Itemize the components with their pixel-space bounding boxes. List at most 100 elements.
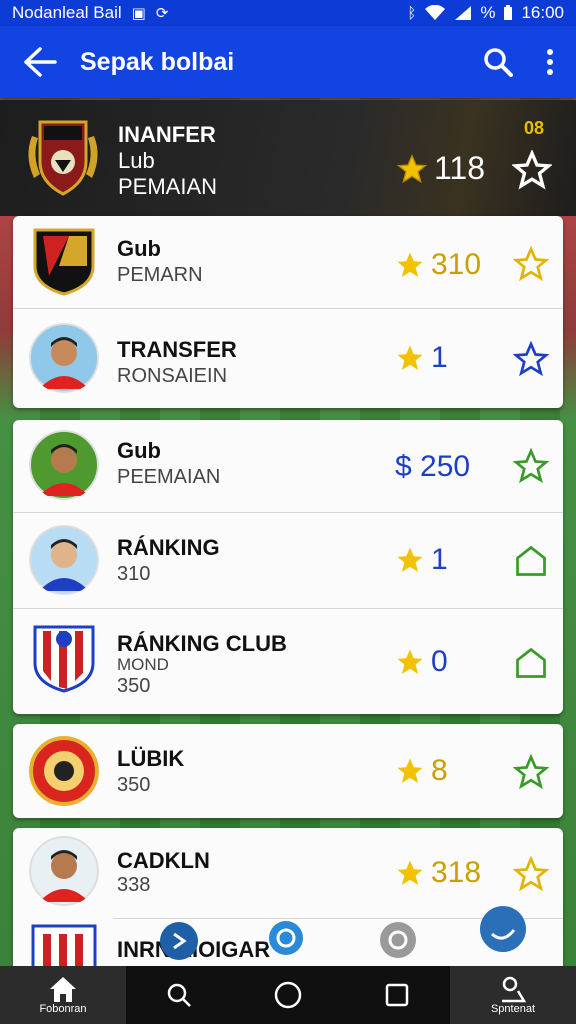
header-score-value: 118 xyxy=(434,150,486,186)
recents-square-icon[interactable] xyxy=(384,982,410,1008)
item-value: $ 250 xyxy=(395,450,470,484)
item-value-text: 318 xyxy=(431,856,482,889)
item-subtitle: MOND xyxy=(117,655,169,674)
club-crest-icon xyxy=(28,120,98,196)
list-item[interactable]: LÜBIK 350 8 xyxy=(13,724,563,818)
item-value-text: 1 xyxy=(431,341,448,374)
status-bar: Nodanleal Bail ▣ ⟳ ᛒ % 16:00 xyxy=(0,0,576,26)
nav-settings-label: Spntenat xyxy=(490,1003,536,1015)
item-value-text: 8 xyxy=(431,754,448,787)
player-avatar xyxy=(29,430,99,500)
item-name: RÁNKING xyxy=(117,535,220,560)
floating-action-button[interactable] xyxy=(158,920,200,962)
item-name: Gub xyxy=(117,236,161,261)
favorite-star-button[interactable] xyxy=(512,150,552,190)
item-subtitle: PEEMAIAN xyxy=(117,466,221,488)
back-arrow-icon xyxy=(24,47,57,77)
star-icon xyxy=(397,758,423,783)
header-mini-badge: 08 xyxy=(524,118,545,138)
club-crest-icon xyxy=(33,625,95,693)
list-item[interactable]: TRANSFER RONSAIEIN 1 xyxy=(13,308,563,408)
featured-club-card[interactable]: INANFER Lub PEMAIAN 08 118 xyxy=(0,100,576,216)
favorite-star-button[interactable] xyxy=(513,341,549,377)
clock: 16:00 xyxy=(521,3,564,22)
battery-icon xyxy=(504,5,513,20)
floating-action-button[interactable] xyxy=(378,920,418,960)
item-subtitle: 338 xyxy=(117,874,151,896)
list-item[interactable]: Gub PEMARN 310 xyxy=(13,216,563,308)
item-name: CADKLN xyxy=(117,848,210,873)
header-line-1: INANFER xyxy=(118,122,216,147)
item-value: 318 xyxy=(395,856,481,890)
search-icon xyxy=(484,48,513,77)
favorite-star-button[interactable] xyxy=(513,856,549,892)
item-subtitle: 350 xyxy=(117,774,151,796)
home-icon xyxy=(50,977,76,1002)
star-icon xyxy=(397,860,423,885)
nav-home[interactable]: Fobonran xyxy=(0,966,126,1024)
item-value: 8 xyxy=(395,754,448,788)
nav-settings[interactable]: Spntenat xyxy=(450,966,576,1024)
list-card: LÜBIK 350 8 xyxy=(13,724,563,818)
header-score: 118 xyxy=(396,150,485,187)
list-item[interactable]: RÁNKING 310 1 xyxy=(13,512,563,608)
favorite-star-button[interactable] xyxy=(513,246,549,282)
back-button[interactable] xyxy=(0,26,80,98)
battery-percent: % xyxy=(480,3,496,22)
chat-fab-icon[interactable] xyxy=(478,904,528,954)
item-subtitle: PEMARN xyxy=(117,264,203,286)
item-value: 310 xyxy=(395,248,481,282)
edit-button[interactable] xyxy=(513,645,549,681)
nav-home-label: Fobonran xyxy=(39,1003,87,1015)
search-button[interactable] xyxy=(472,26,524,98)
item-value-text: 1 xyxy=(431,543,448,576)
item-subtitle: 310 xyxy=(117,563,151,585)
item-subtitle-2: 350 xyxy=(117,675,151,697)
header-line-2: Lub xyxy=(118,148,155,173)
star-icon xyxy=(397,649,423,674)
list-item[interactable]: RÁNKING CLUB MOND 350 0 xyxy=(13,608,563,714)
more-options-button[interactable] xyxy=(524,26,576,98)
item-name: RÁNKING CLUB xyxy=(117,631,287,656)
item-name: TRANSFER xyxy=(117,337,237,362)
item-subtitle: RONSAIEIN xyxy=(117,365,228,387)
app-bar: Sepak bolbai xyxy=(0,26,576,98)
edit-button[interactable] xyxy=(513,543,549,579)
star-icon xyxy=(397,547,423,572)
settings-icon xyxy=(502,976,527,1003)
club-crest-icon xyxy=(33,228,95,296)
star-icon xyxy=(397,345,423,370)
page-title: Sepak bolbai xyxy=(80,47,235,76)
wifi-icon xyxy=(425,5,446,20)
player-avatar xyxy=(29,525,99,595)
item-value-text: $ 250 xyxy=(395,450,471,483)
bottom-navigation: Fobonran Spntenat xyxy=(0,966,576,1024)
notification-icon: ▣ xyxy=(131,5,146,22)
header-line-3: PEMAIAN xyxy=(118,174,218,199)
favorite-star-button[interactable] xyxy=(513,754,549,790)
item-name: LÜBIK xyxy=(117,746,185,771)
star-icon xyxy=(397,252,423,277)
more-vert-icon xyxy=(547,49,553,75)
player-avatar xyxy=(29,836,99,906)
item-value: 1 xyxy=(395,543,448,577)
home-circle-icon[interactable] xyxy=(273,980,303,1010)
sync-icon: ⟳ xyxy=(155,5,169,22)
star-icon xyxy=(396,153,428,183)
list-card: Gub PEMARN 310 TRANSFER RONSAIEIN 1 xyxy=(13,216,563,408)
floating-action-button[interactable] xyxy=(266,918,306,958)
status-carrier: Nodanleal Bail xyxy=(12,3,122,22)
club-crest-icon xyxy=(29,736,99,806)
favorite-star-button[interactable] xyxy=(513,448,549,484)
search-icon[interactable] xyxy=(166,982,192,1008)
item-value: 0 xyxy=(395,645,448,679)
bluetooth-icon: ᛒ xyxy=(407,4,417,22)
list-card: Gub PEEMAIAN $ 250 RÁNKING 310 1 RÁNKING xyxy=(13,420,563,714)
player-avatar xyxy=(29,323,99,393)
item-value: 1 xyxy=(395,341,448,375)
item-name: Gub xyxy=(117,438,161,463)
item-value-text: 0 xyxy=(431,645,448,678)
item-value-text: 310 xyxy=(431,248,482,281)
signal-icon xyxy=(455,6,472,20)
list-item[interactable]: Gub PEEMAIAN $ 250 xyxy=(13,420,563,512)
